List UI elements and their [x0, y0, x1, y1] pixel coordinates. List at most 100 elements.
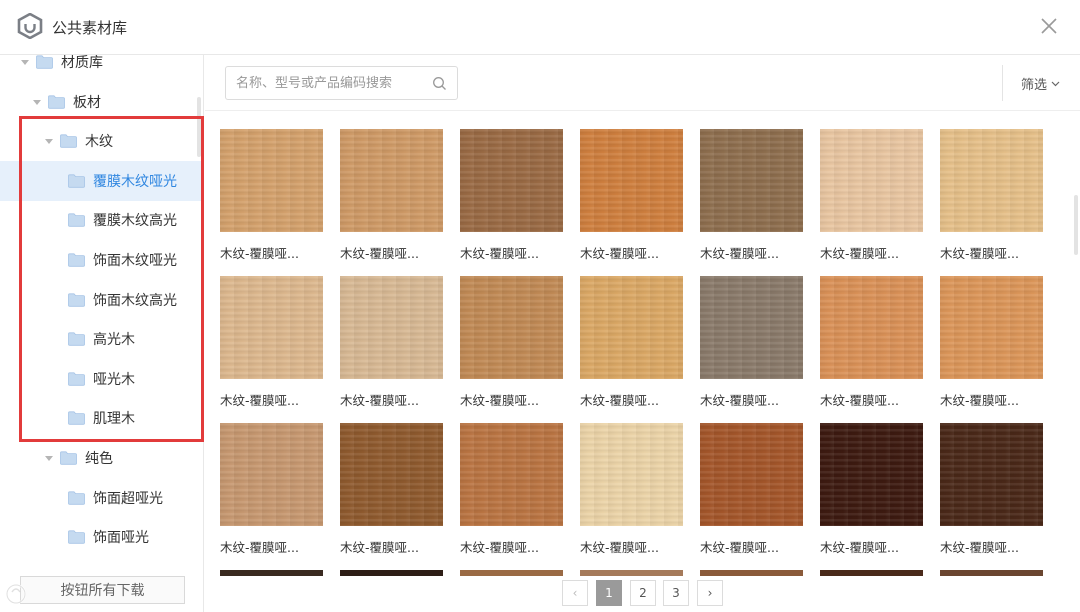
tree-item[interactable]: 覆膜木纹哑光: [0, 160, 203, 201]
tree-item-label: 哑光木: [93, 371, 135, 388]
divider: [1002, 65, 1003, 101]
material-thumbnail[interactable]: [340, 423, 443, 526]
material-thumbnail[interactable]: [220, 423, 323, 526]
title-bar: 公共素材库: [0, 0, 1080, 55]
tree-item-label: 高光木: [93, 332, 135, 349]
material-thumbnail[interactable]: [340, 570, 443, 576]
material-card[interactable]: 木纹-覆膜哑...: [580, 129, 684, 262]
tree-item[interactable]: 饰面哑光: [0, 517, 203, 557]
material-thumbnail[interactable]: [580, 276, 683, 379]
page-3-button[interactable]: 3: [663, 580, 689, 606]
folder-icon: [68, 530, 85, 544]
page-1-button[interactable]: 1: [596, 580, 622, 606]
material-thumbnail[interactable]: [700, 570, 803, 576]
material-thumbnail[interactable]: [340, 276, 443, 379]
material-thumbnail[interactable]: [220, 570, 323, 576]
watermark-logo-icon: [6, 584, 26, 604]
next-page-label: ›: [707, 586, 713, 600]
material-label: 木纹-覆膜哑...: [220, 246, 299, 261]
prev-page-button[interactable]: ‹: [562, 580, 588, 606]
caret-down-icon[interactable]: [44, 453, 54, 463]
material-card[interactable]: 木纹-覆膜哑...: [580, 423, 684, 556]
material-card[interactable]: 木纹-覆膜哑...: [700, 423, 804, 556]
tree-item[interactable]: 高光木: [0, 319, 203, 359]
material-thumbnail[interactable]: [940, 129, 1043, 232]
tree-item[interactable]: 肌理木: [0, 398, 203, 438]
material-label: 木纹-覆膜哑...: [700, 246, 779, 261]
material-thumbnail[interactable]: [940, 570, 1043, 576]
tree-item[interactable]: 哑光木: [0, 359, 203, 399]
search-box[interactable]: [225, 66, 458, 100]
material-card[interactable]: 木纹-覆膜哑...: [460, 423, 564, 556]
material-label: 木纹-覆膜哑...: [820, 540, 899, 555]
material-thumbnail[interactable]: [580, 423, 683, 526]
tree-item[interactable]: 木纹: [0, 121, 203, 161]
material-thumbnail[interactable]: [820, 129, 923, 232]
material-card[interactable]: 木纹-覆膜哑...: [940, 129, 1044, 262]
material-thumbnail[interactable]: [580, 129, 683, 232]
tree-item-label: 纯色: [85, 451, 113, 467]
material-card[interactable]: 木纹-覆膜哑...: [940, 423, 1044, 556]
material-card[interactable]: 木纹-覆膜哑...: [460, 276, 564, 409]
folder-icon: [68, 253, 85, 267]
caret-down-icon[interactable]: [20, 57, 30, 67]
tree-item[interactable]: 材质库: [0, 55, 203, 82]
material-thumbnail[interactable]: [340, 129, 443, 232]
search-input[interactable]: [236, 73, 426, 93]
content-scrollbar[interactable]: [1074, 195, 1078, 255]
close-icon[interactable]: [1036, 13, 1062, 39]
material-thumbnail[interactable]: [940, 423, 1043, 526]
folder-icon: [68, 490, 85, 505]
material-label: 木纹-覆膜哑...: [940, 540, 1019, 555]
material-thumbnail[interactable]: [820, 276, 923, 379]
material-card[interactable]: 木纹-覆膜哑...: [940, 276, 1044, 409]
tree-item[interactable]: 板材: [0, 82, 203, 122]
material-card[interactable]: 木纹-覆膜哑...: [700, 276, 804, 409]
material-thumbnail[interactable]: [700, 423, 803, 526]
material-thumbnail[interactable]: [460, 423, 563, 526]
material-thumbnail[interactable]: [940, 276, 1043, 379]
material-card[interactable]: 木纹-覆膜哑...: [580, 276, 684, 409]
material-thumbnail[interactable]: [700, 129, 803, 232]
material-card[interactable]: 木纹-覆膜哑...: [220, 276, 324, 409]
material-card[interactable]: 木纹-覆膜哑...: [820, 423, 924, 556]
caret-down-icon[interactable]: [32, 97, 42, 107]
material-thumbnail[interactable]: [220, 276, 323, 379]
filter-dropdown[interactable]: 筛选: [1021, 74, 1060, 93]
tree-item[interactable]: 饰面木纹哑光: [0, 240, 203, 280]
page-2-button[interactable]: 2: [630, 580, 656, 606]
material-thumbnail[interactable]: [460, 276, 563, 379]
material-thumbnail[interactable]: [700, 276, 803, 379]
caret-down-icon[interactable]: [44, 136, 54, 146]
material-card[interactable]: 木纹-覆膜哑...: [460, 129, 564, 262]
material-thumbnail[interactable]: [460, 129, 563, 232]
next-page-button[interactable]: ›: [697, 580, 723, 606]
material-thumbnail[interactable]: [820, 570, 923, 576]
material-thumbnail[interactable]: [220, 129, 323, 232]
tree-item[interactable]: 纯色: [0, 438, 203, 478]
category-tree: 材质库 板材 木纹 覆膜木纹哑光 覆膜木纹高光 饰面木纹哑光 饰面木纹高光高光木哑光木肌理木…: [0, 55, 204, 612]
material-card[interactable]: 木纹-覆膜哑...: [340, 276, 444, 409]
search-icon[interactable]: [432, 76, 447, 91]
material-label: 木纹-覆膜哑...: [340, 393, 419, 408]
folder-icon: [68, 411, 85, 426]
tree-item[interactable]: 饰面超哑光: [0, 478, 203, 518]
material-card[interactable]: 木纹-覆膜哑...: [220, 129, 324, 262]
material-thumbnail[interactable]: [580, 570, 683, 576]
material-label: 木纹-覆膜哑...: [820, 393, 899, 408]
material-thumbnail[interactable]: [460, 570, 563, 576]
material-card[interactable]: 木纹-覆膜哑...: [820, 276, 924, 409]
tree-item[interactable]: 覆膜木纹高光: [0, 200, 203, 240]
tree-item-label: 饰面哑光: [93, 530, 149, 547]
material-card[interactable]: 木纹-覆膜哑...: [220, 423, 324, 556]
material-label: 木纹-覆膜哑...: [580, 246, 659, 261]
material-panel: 筛选 木纹-覆膜哑... 木纹-覆膜哑... 木纹-覆膜哑... 木纹-覆膜哑... 木…: [205, 55, 1080, 612]
tree-item-label: 饰面超哑光: [93, 490, 163, 507]
tree-item[interactable]: 饰面木纹高光: [0, 280, 203, 320]
material-card[interactable]: 木纹-覆膜哑...: [700, 129, 804, 262]
tree-item-label: 肌理木: [93, 411, 135, 428]
material-card[interactable]: 木纹-覆膜哑...: [340, 129, 444, 262]
material-card[interactable]: 木纹-覆膜哑...: [820, 129, 924, 262]
material-card[interactable]: 木纹-覆膜哑...: [340, 423, 444, 556]
material-thumbnail[interactable]: [820, 423, 923, 526]
